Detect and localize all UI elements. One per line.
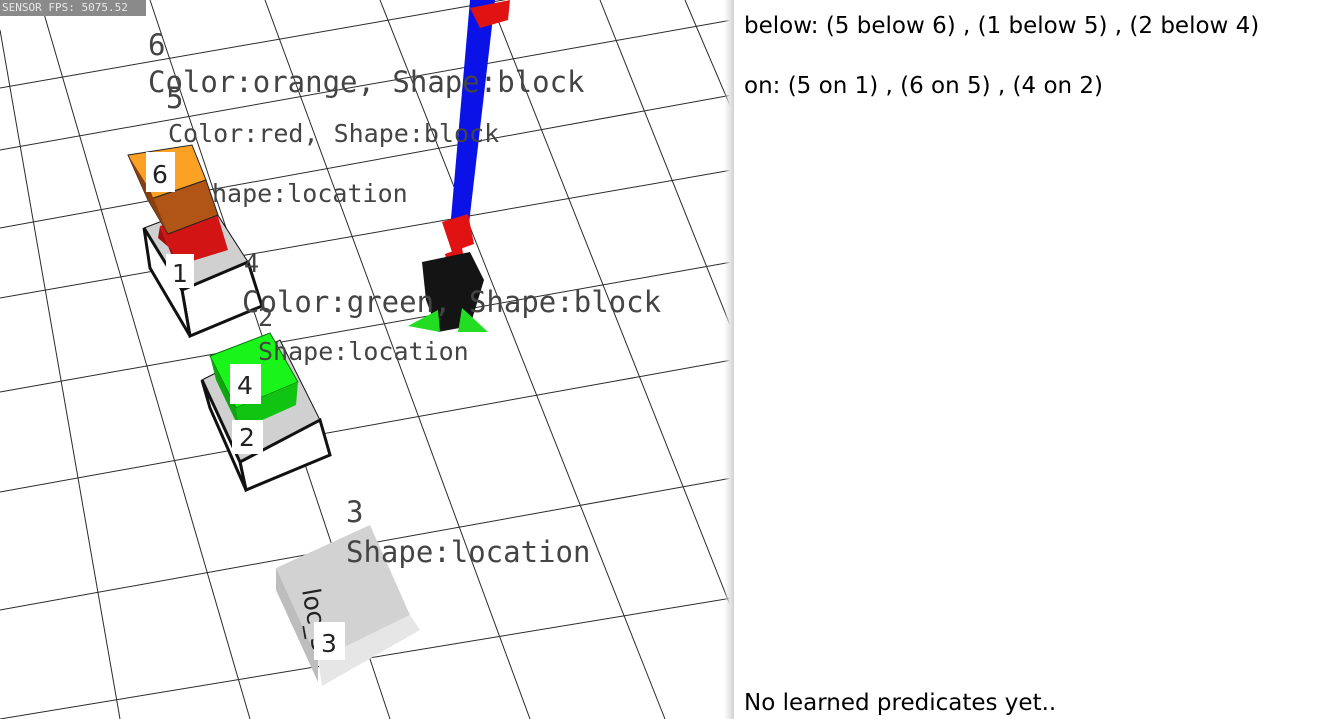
below-predicates: below: (5 below 6) , (1 below 5) , (2 be… bbox=[744, 13, 1260, 39]
scene-canvas: loc_3 3 4 2 6 1 6 Color:orange, Shape:bl… bbox=[0, 0, 732, 719]
label-5-line: Color:red, Shape:block bbox=[168, 119, 499, 148]
svg-text:1: 1 bbox=[172, 259, 188, 288]
label-6-line: Color:orange, Shape:block bbox=[148, 65, 585, 99]
label-2-line: Shape:location bbox=[258, 337, 469, 366]
simulation-viewport[interactable]: loc_3 3 4 2 6 1 6 Color:orange, Shape:bl… bbox=[0, 0, 732, 719]
label-5-id: 5 bbox=[166, 81, 183, 115]
svg-text:6: 6 bbox=[152, 160, 168, 189]
predicates-panel: below: (5 below 6) , (1 below 5) , (2 be… bbox=[734, 0, 1326, 719]
label-3-id: 3 bbox=[346, 495, 363, 529]
panel-divider bbox=[724, 0, 734, 719]
svg-text:4: 4 bbox=[237, 371, 253, 400]
label-3-line: Shape:location bbox=[346, 535, 590, 569]
robot-arm bbox=[408, 0, 510, 332]
learned-predicates-status: No learned predicates yet.. bbox=[744, 690, 1057, 716]
label-4-line: Color:green, Shape:block bbox=[242, 285, 662, 319]
on-predicates: on: (5 on 1) , (6 on 5) , (4 on 2) bbox=[744, 73, 1104, 99]
sensor-fps-readout: SENSOR FPS: 5075.52 bbox=[0, 0, 146, 16]
svg-text:3: 3 bbox=[321, 629, 337, 658]
label-1-line: hape:location bbox=[212, 179, 408, 208]
label-6-id: 6 bbox=[148, 28, 165, 62]
svg-text:2: 2 bbox=[239, 423, 255, 452]
label-2-id: 2 bbox=[258, 303, 273, 332]
label-4-id: 4 bbox=[244, 249, 259, 278]
